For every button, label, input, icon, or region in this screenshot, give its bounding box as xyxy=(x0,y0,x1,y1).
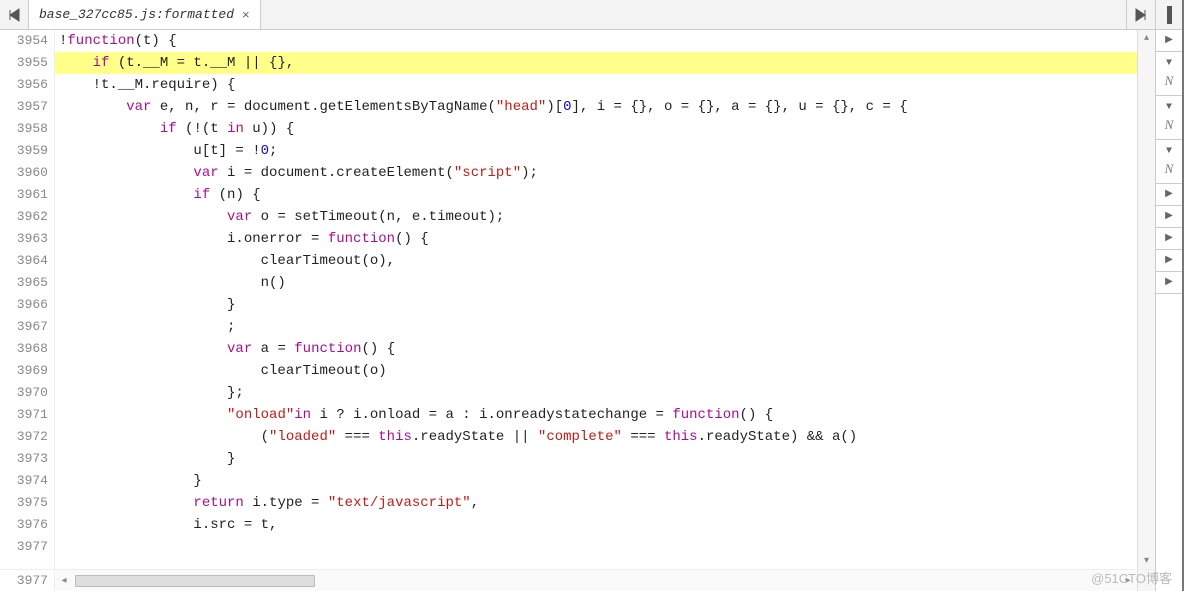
code-line[interactable]: n() xyxy=(55,272,1137,294)
panel-expand-item[interactable]: ▶ xyxy=(1156,30,1182,52)
panel-expand-item[interactable]: ▶ xyxy=(1156,250,1182,272)
chevron-right-icon: ▶ xyxy=(1165,256,1173,266)
horizontal-scrollbar-row: 3977 ◂ ▸ xyxy=(0,569,1155,591)
line-number: 3975 xyxy=(0,492,48,514)
tab-nav-next[interactable] xyxy=(1126,0,1155,29)
scroll-left-arrow-icon[interactable]: ◂ xyxy=(55,575,73,587)
line-number: 3969 xyxy=(0,360,48,382)
line-number: 3973 xyxy=(0,448,48,470)
line-number: 3960 xyxy=(0,162,48,184)
scroll-up-arrow-icon[interactable]: ▴ xyxy=(1138,30,1155,46)
panel-n-label: N xyxy=(1165,161,1174,177)
breakpoint-panel-item[interactable]: ▼N xyxy=(1156,52,1182,96)
code-line[interactable]: ; xyxy=(55,316,1137,338)
line-number: 3963 xyxy=(0,228,48,250)
chevron-right-icon: ▶ xyxy=(1165,36,1173,46)
line-number: 3964 xyxy=(0,250,48,272)
scroll-corner xyxy=(1137,570,1155,591)
vertical-scrollbar[interactable]: ▴ ▾ xyxy=(1137,30,1155,569)
line-gutter: 3954395539563957395839593960396139623963… xyxy=(0,30,55,569)
code-line[interactable]: clearTimeout(o), xyxy=(55,250,1137,272)
code-line[interactable]: ("loaded" === this.readyState || "comple… xyxy=(55,426,1137,448)
gutter-last-line: 3977 xyxy=(0,570,55,591)
code-line[interactable]: clearTimeout(o) xyxy=(55,360,1137,382)
line-number: 3961 xyxy=(0,184,48,206)
hscroll-thumb[interactable] xyxy=(75,575,315,587)
line-number: 3970 xyxy=(0,382,48,404)
code-line[interactable]: } xyxy=(55,470,1137,492)
breakpoint-panel-item[interactable]: ▼N xyxy=(1156,96,1182,140)
line-number: 3977 xyxy=(0,536,48,558)
panel-expand-item[interactable]: ▶ xyxy=(1156,228,1182,250)
code-line[interactable]: } xyxy=(55,448,1137,470)
line-number: 3966 xyxy=(0,294,48,316)
code-line[interactable]: var i = document.createElement("script")… xyxy=(55,162,1137,184)
line-number: 3972 xyxy=(0,426,48,448)
code-line[interactable]: !t.__M.require) { xyxy=(55,74,1137,96)
code-line[interactable]: }; xyxy=(55,382,1137,404)
code-line[interactable]: var a = function() { xyxy=(55,338,1137,360)
drawer-toggle[interactable] xyxy=(1156,0,1182,30)
code-line[interactable]: i.src = t, xyxy=(55,514,1137,536)
chevron-right-icon: ▶ xyxy=(1165,190,1173,200)
line-number: 3957 xyxy=(0,96,48,118)
line-number: 3968 xyxy=(0,338,48,360)
right-sidebar: ▶▼N▼N▼N▶▶▶▶▶ xyxy=(1156,0,1184,591)
line-number: 3956 xyxy=(0,74,48,96)
tab-nav-prev[interactable] xyxy=(0,0,29,29)
chevron-down-icon: ▼ xyxy=(1166,103,1172,113)
chevron-down-icon: ▼ xyxy=(1166,147,1172,157)
code-line[interactable]: "onload"in i ? i.onload = a : i.onreadys… xyxy=(55,404,1137,426)
tab-filename: base_327cc85.js:formatted xyxy=(39,7,234,22)
close-icon[interactable]: × xyxy=(242,7,250,22)
line-number: 3976 xyxy=(0,514,48,536)
panel-expand-item[interactable]: ▶ xyxy=(1156,184,1182,206)
main-column: base_327cc85.js:formatted × 395439553956… xyxy=(0,0,1156,591)
scroll-right-arrow-icon[interactable]: ▸ xyxy=(1119,575,1137,587)
line-number: 3954 xyxy=(0,30,48,52)
line-number: 3955 xyxy=(0,52,48,74)
line-number: 3959 xyxy=(0,140,48,162)
chevron-right-icon: ▶ xyxy=(1165,278,1173,288)
panel-n-label: N xyxy=(1165,117,1174,133)
panel-expand-item[interactable]: ▶ xyxy=(1156,272,1182,294)
line-number: 3974 xyxy=(0,470,48,492)
line-number: 3958 xyxy=(0,118,48,140)
line-number: 3971 xyxy=(0,404,48,426)
code-content[interactable]: !function(t) { if (t.__M = t.__M || {}, … xyxy=(55,30,1137,569)
panel-expand-item[interactable]: ▶ xyxy=(1156,206,1182,228)
line-number: 3967 xyxy=(0,316,48,338)
code-line[interactable]: if (!(t in u)) { xyxy=(55,118,1137,140)
code-line[interactable]: return i.type = "text/javascript", xyxy=(55,492,1137,514)
chevron-right-icon: ▶ xyxy=(1165,234,1173,244)
code-editor[interactable]: 3954395539563957395839593960396139623963… xyxy=(0,30,1155,569)
line-number: 3962 xyxy=(0,206,48,228)
tab-bar: base_327cc85.js:formatted × xyxy=(0,0,1155,30)
chevron-down-icon: ▼ xyxy=(1166,59,1172,69)
scroll-down-arrow-icon[interactable]: ▾ xyxy=(1138,553,1155,569)
panel-n-label: N xyxy=(1165,73,1174,89)
code-line[interactable]: i.onerror = function() { xyxy=(55,228,1137,250)
file-tab[interactable]: base_327cc85.js:formatted × xyxy=(29,0,261,29)
chevron-right-icon: ▶ xyxy=(1165,212,1173,222)
code-line[interactable]: !function(t) { xyxy=(55,30,1137,52)
breakpoint-panel-item[interactable]: ▼N xyxy=(1156,140,1182,184)
code-line[interactable]: u[t] = !0; xyxy=(55,140,1137,162)
code-line[interactable]: var o = setTimeout(n, e.timeout); xyxy=(55,206,1137,228)
code-line[interactable]: var e, n, r = document.getElementsByTagN… xyxy=(55,96,1137,118)
horizontal-scrollbar[interactable]: ◂ ▸ xyxy=(55,570,1137,591)
line-number: 3965 xyxy=(0,272,48,294)
code-line[interactable]: if (n) { xyxy=(55,184,1137,206)
code-line[interactable]: if (t.__M = t.__M || {}, xyxy=(55,52,1137,74)
code-line[interactable]: } xyxy=(55,294,1137,316)
